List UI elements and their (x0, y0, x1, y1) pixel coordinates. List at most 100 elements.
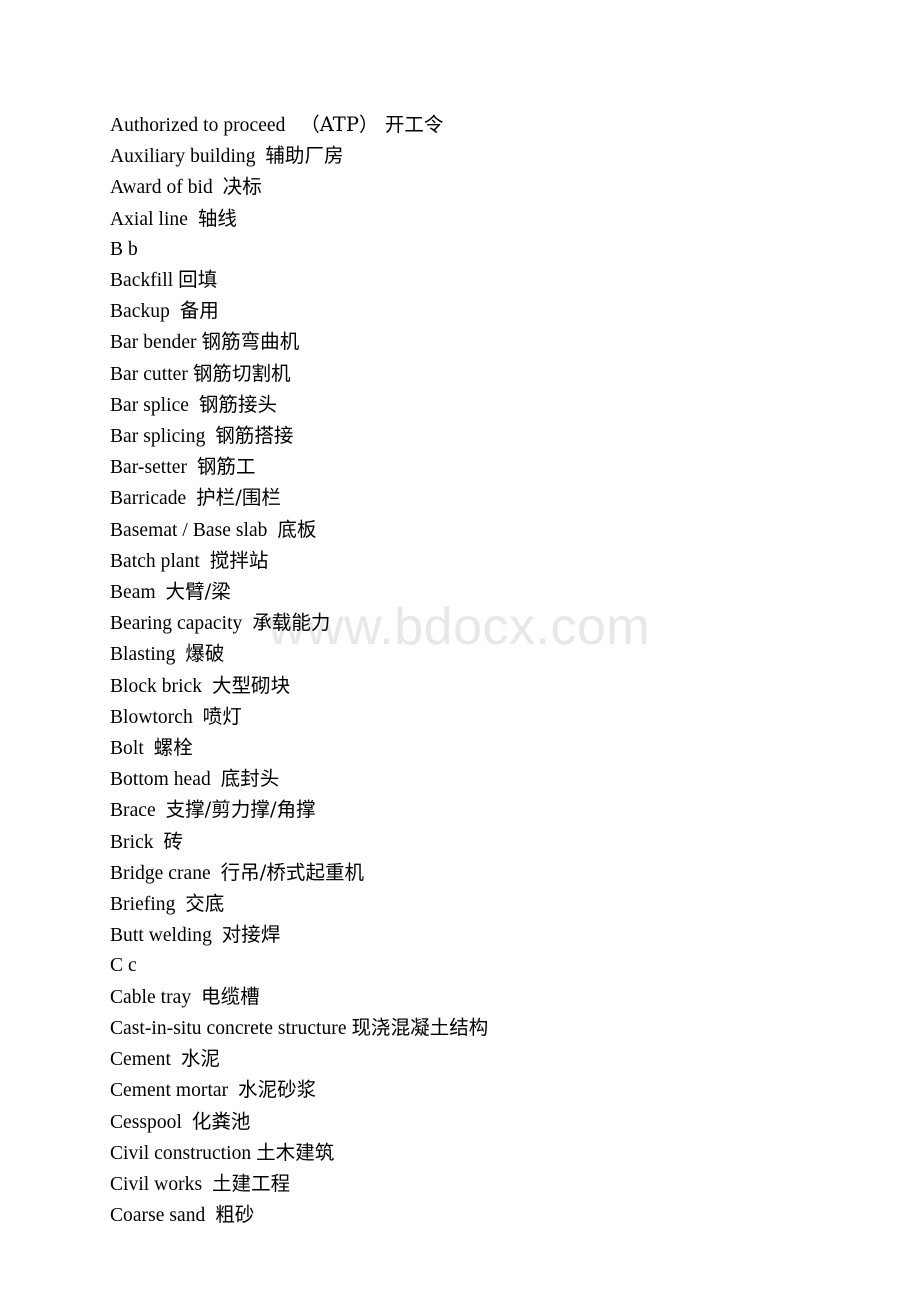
glossary-term: Cesspool (110, 1111, 182, 1133)
glossary-separator (205, 1205, 215, 1226)
glossary-separator (170, 301, 180, 322)
glossary-translation: 钢筋工 (196, 455, 256, 479)
glossary-separator (267, 520, 277, 541)
glossary-separator (175, 644, 185, 665)
glossary-translation: 大型砌块 (211, 673, 291, 697)
glossary-term: Award of bid (110, 177, 213, 199)
glossary-translation: 螺栓 (153, 736, 193, 760)
glossary-term: Barricade (110, 488, 187, 510)
glossary-separator (202, 1174, 212, 1195)
glossary-entry: Briefing 交底 (110, 889, 870, 920)
glossary-term: Bar bender (110, 332, 197, 354)
glossary-entry: Authorized to proceed （ATP） 开工令 (110, 110, 870, 141)
glossary-term: Batch plant (110, 550, 200, 572)
glossary-entry: Cement mortar 水泥砂浆 (110, 1075, 870, 1106)
glossary-entry: Award of bid 决标 (110, 172, 870, 203)
glossary-separator (228, 1080, 238, 1101)
glossary-term: Cement mortar (110, 1080, 229, 1102)
glossary-entry: Cast-in-situ concrete structure 现浇混凝土结构 (110, 1013, 870, 1044)
glossary-term: Brace (110, 800, 156, 822)
glossary-entry: Cable tray 电缆槽 (110, 982, 870, 1013)
glossary-entry: Backfill 回填 (110, 265, 870, 296)
glossary-translation: 土木建筑 (256, 1140, 335, 1164)
glossary-term: Bar splice (110, 394, 190, 416)
glossary-term: Bridge crane (110, 862, 211, 884)
glossary-translation: 喷灯 (202, 704, 242, 728)
glossary-separator (205, 426, 215, 447)
glossary-separator (200, 551, 210, 572)
glossary-translation: 砖 (163, 829, 183, 853)
glossary-term: Axial line (110, 208, 188, 230)
glossary-translation: 辅助厂房 (265, 144, 344, 168)
glossary-entry: Axial line 轴线 (110, 204, 870, 235)
glossary-translation: 钢筋接头 (198, 392, 278, 416)
glossary-term: C c (110, 955, 137, 977)
glossary-translation: 水泥 (180, 1047, 220, 1071)
glossary-term: Bearing capacity (110, 613, 243, 635)
glossary-translation: 电缆槽 (201, 984, 260, 1008)
glossary-separator (188, 209, 198, 230)
glossary-term: Civil construction (110, 1142, 252, 1164)
glossary-separator (211, 863, 221, 884)
glossary-entry: Butt welding 对接焊 (110, 920, 870, 951)
glossary-translation: 承载能力 (252, 611, 331, 635)
glossary-term: Bar splicing (110, 426, 206, 448)
glossary-entry: Cement 水泥 (110, 1044, 870, 1075)
glossary-term: B b (110, 238, 138, 260)
glossary-entry: Brick 砖 (110, 827, 870, 858)
glossary-separator (213, 177, 223, 198)
glossary-entry: Auxiliary building 辅助厂房 (110, 141, 870, 172)
glossary-translation: 决标 (222, 175, 262, 199)
glossary-section-heading: B b (110, 235, 870, 265)
glossary-translation: 土建工程 (211, 1171, 291, 1195)
glossary-term: Cement (110, 1049, 171, 1071)
glossary-entry: Bottom head 底封头 (110, 764, 870, 795)
glossary-translation: 钢筋搭接 (215, 424, 294, 448)
glossary-translation: 水泥砂浆 (238, 1078, 317, 1102)
glossary-translation: 大臂/梁 (165, 580, 231, 604)
glossary-translation: 交底 (185, 892, 225, 916)
glossary-entry: Bolt 螺栓 (110, 733, 870, 764)
glossary-term: Blasting (110, 644, 176, 666)
glossary-separator (256, 146, 266, 167)
glossary-translation: 化粪池 (191, 1109, 251, 1133)
glossary-entry: Bar-setter 钢筋工 (110, 452, 870, 483)
glossary-separator (182, 1112, 192, 1133)
glossary-term: Auxiliary building (110, 146, 256, 168)
glossary-term: Bolt (110, 738, 144, 760)
glossary-separator (171, 1049, 181, 1070)
glossary-separator (242, 613, 252, 634)
glossary-entry: Bar splice 钢筋接头 (110, 390, 870, 421)
glossary-section-heading: C c (110, 951, 870, 981)
glossary-separator (202, 676, 212, 697)
glossary-term: Brick (110, 831, 154, 853)
glossary-separator (285, 115, 300, 136)
glossary-entry: Blasting 爆破 (110, 639, 870, 670)
glossary-entry: Batch plant 搅拌站 (110, 546, 870, 577)
glossary-translation: 钢筋弯曲机 (201, 330, 300, 354)
glossary-translation: 护栏/围栏 (196, 486, 281, 510)
glossary-entry-list: Authorized to proceed （ATP） 开工令 Auxiliary… (110, 110, 870, 1231)
glossary-translation: 支撑/剪力撑/角撑 (165, 798, 316, 822)
glossary-separator (187, 457, 197, 478)
glossary-separator (156, 800, 166, 821)
glossary-term: Cable tray (110, 986, 192, 1008)
glossary-entry: Civil works 土建工程 (110, 1169, 870, 1200)
glossary-entry: Cesspool 化粪池 (110, 1107, 870, 1138)
glossary-translation: （ATP） 开工令 (300, 113, 444, 136)
glossary-separator (175, 894, 185, 915)
glossary-term: Coarse sand (110, 1205, 206, 1227)
glossary-term: Bar cutter (110, 363, 188, 385)
glossary-entry: Coarse sand 粗砂 (110, 1200, 870, 1231)
glossary-entry: Bearing capacity 承载能力 (110, 608, 870, 639)
glossary-entry: Basemat / Base slab 底板 (110, 515, 870, 546)
glossary-entry: Block brick 大型砌块 (110, 671, 870, 702)
glossary-entry: Backup 备用 (110, 296, 870, 327)
glossary-translation: 底板 (277, 517, 317, 541)
glossary-entry: Civil construction 土木建筑 (110, 1138, 870, 1169)
glossary-separator (211, 769, 221, 790)
glossary-translation: 搅拌站 (209, 548, 269, 572)
glossary-translation: 钢筋切割机 (192, 361, 291, 385)
glossary-term: Butt welding (110, 925, 212, 947)
glossary-entry: Bar splicing 钢筋搭接 (110, 421, 870, 452)
